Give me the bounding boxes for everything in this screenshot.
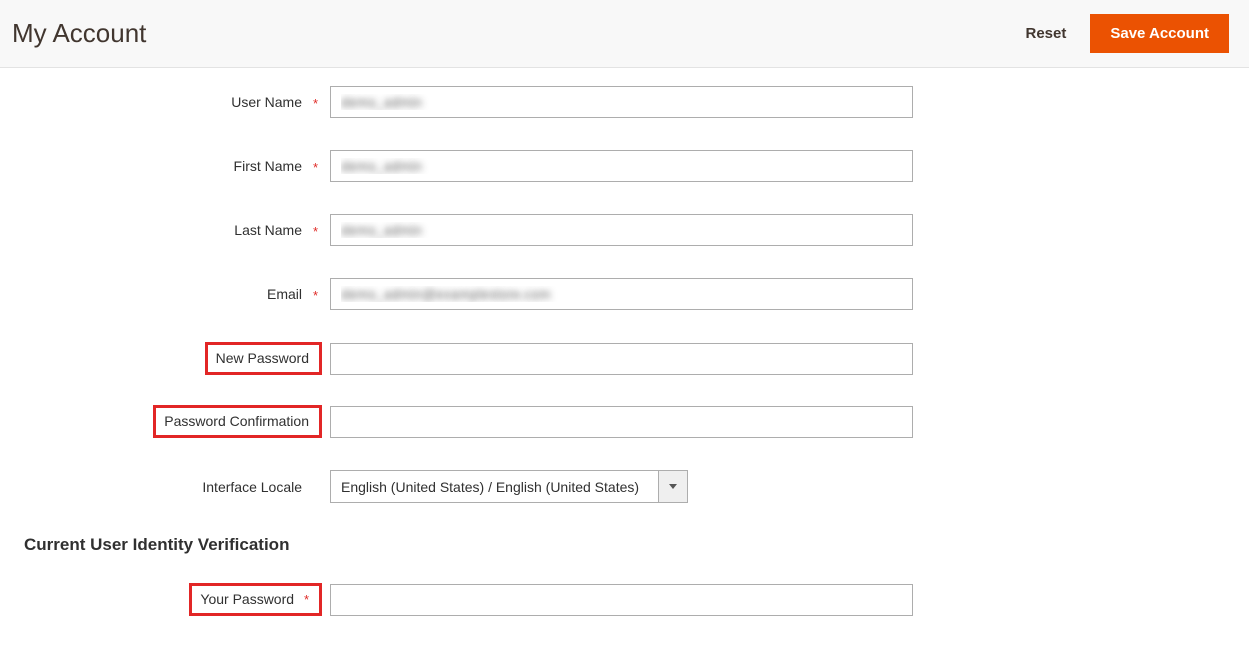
- lastname-label-wrap: Last Name *: [24, 222, 330, 238]
- highlight-annotation: Password Confirmation: [153, 405, 322, 438]
- your-password-row: Your Password *: [24, 583, 1249, 616]
- page-title: My Account: [12, 18, 146, 49]
- interface-locale-label: Interface Locale: [202, 479, 302, 495]
- firstname-label: First Name: [234, 158, 302, 174]
- reset-button[interactable]: Reset: [1025, 25, 1066, 42]
- your-password-label-wrap: Your Password *: [24, 583, 330, 616]
- interface-locale-select[interactable]: English (United States) / English (Unite…: [330, 470, 688, 503]
- lastname-row: Last Name *: [24, 214, 1249, 246]
- lastname-label: Last Name: [234, 222, 302, 238]
- header-actions: Reset Save Account: [1025, 14, 1229, 53]
- password-confirmation-input[interactable]: [330, 406, 913, 438]
- username-label: User Name: [231, 94, 302, 110]
- firstname-input[interactable]: [330, 150, 913, 182]
- interface-locale-label-wrap: Interface Locale: [24, 479, 330, 495]
- interface-locale-selected: English (United States) / English (Unite…: [330, 470, 658, 503]
- required-icon: *: [313, 288, 318, 303]
- highlight-annotation: Your Password *: [189, 583, 322, 616]
- firstname-row: First Name *: [24, 150, 1249, 182]
- new-password-label: New Password: [216, 350, 309, 366]
- interface-locale-row: Interface Locale English (United States)…: [24, 470, 1249, 503]
- lastname-input[interactable]: [330, 214, 913, 246]
- required-icon: *: [304, 592, 309, 607]
- password-confirmation-row: Password Confirmation: [24, 405, 1249, 438]
- save-account-button[interactable]: Save Account: [1090, 14, 1229, 53]
- account-form: User Name * First Name * Last Name * Ema…: [0, 68, 1249, 616]
- chevron-down-icon: [658, 470, 688, 503]
- new-password-input[interactable]: [330, 343, 913, 375]
- verification-heading: Current User Identity Verification: [24, 535, 1249, 555]
- firstname-label-wrap: First Name *: [24, 158, 330, 174]
- new-password-row: New Password: [24, 342, 1249, 375]
- password-confirmation-label: Password Confirmation: [164, 413, 309, 429]
- username-input[interactable]: [330, 86, 913, 118]
- email-label-wrap: Email *: [24, 286, 330, 302]
- username-label-wrap: User Name *: [24, 94, 330, 110]
- required-icon: *: [313, 224, 318, 239]
- required-icon: *: [313, 160, 318, 175]
- your-password-label: Your Password: [200, 591, 294, 607]
- password-confirmation-label-wrap: Password Confirmation: [24, 405, 330, 438]
- highlight-annotation: New Password: [205, 342, 322, 375]
- new-password-label-wrap: New Password: [24, 342, 330, 375]
- email-label: Email: [267, 286, 302, 302]
- page-header: My Account Reset Save Account: [0, 0, 1249, 68]
- your-password-input[interactable]: [330, 584, 913, 616]
- email-input[interactable]: [330, 278, 913, 310]
- username-row: User Name *: [24, 86, 1249, 118]
- required-icon: *: [313, 96, 318, 111]
- email-row: Email *: [24, 278, 1249, 310]
